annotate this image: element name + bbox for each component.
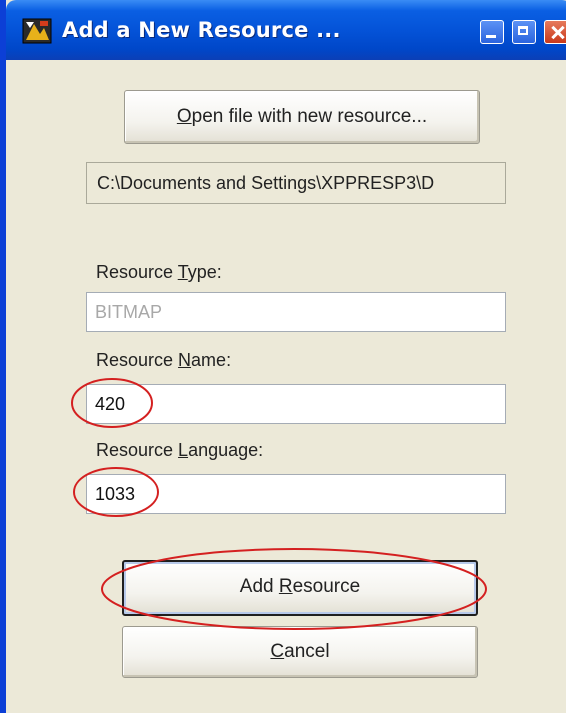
- resource-name-label-rest: ame:: [191, 350, 232, 370]
- resource-language-label-prefix: Resource: [96, 440, 179, 460]
- open-file-button[interactable]: Open file with new resource...: [124, 90, 480, 144]
- add-resource-button[interactable]: Add Resource: [122, 560, 478, 616]
- cancel-label: ancel: [284, 641, 330, 662]
- window-title: Add a New Resource ...: [62, 18, 341, 42]
- resource-type-label-rest: ype:: [187, 262, 222, 282]
- file-path-readout: C:\Documents and Settings\XPPRESP3\D: [86, 162, 506, 204]
- resource-type-label-prefix: Resource: [96, 262, 178, 282]
- resource-name-label-mnemonic: N: [178, 350, 192, 370]
- open-file-label: pen file with new resource...: [191, 106, 428, 127]
- resource-language-field[interactable]: 1033: [86, 474, 506, 514]
- resource-type-field[interactable]: BITMAP: [86, 292, 506, 332]
- resource-language-label: Resource Language:: [96, 440, 263, 461]
- resource-type-label-mnemonic: T: [177, 262, 188, 282]
- cancel-mnemonic: C: [270, 641, 285, 662]
- resource-name-field[interactable]: 420: [86, 384, 506, 424]
- add-resource-mnemonic: R: [278, 576, 293, 597]
- resource-type-label: Resource Type:: [96, 262, 222, 283]
- open-file-mnemonic: O: [176, 106, 192, 127]
- add-resource-prefix: Add: [239, 576, 279, 597]
- resource-name-label: Resource Name:: [96, 350, 231, 371]
- resource-language-label-rest: anguage:: [188, 440, 264, 460]
- title-bar[interactable]: Add a New Resource ...: [6, 0, 566, 60]
- dialog-window: Add a New Resource ... Open file with ne…: [0, 0, 566, 713]
- resource-language-label-mnemonic: L: [178, 440, 189, 460]
- add-resource-rest: esource: [292, 576, 361, 597]
- cancel-button[interactable]: Cancel: [122, 626, 478, 678]
- app-icon: [22, 18, 52, 44]
- minimize-button[interactable]: [480, 20, 504, 44]
- maximize-button[interactable]: [512, 20, 536, 44]
- close-button[interactable]: [544, 20, 566, 44]
- resource-name-label-prefix: Resource: [96, 350, 179, 370]
